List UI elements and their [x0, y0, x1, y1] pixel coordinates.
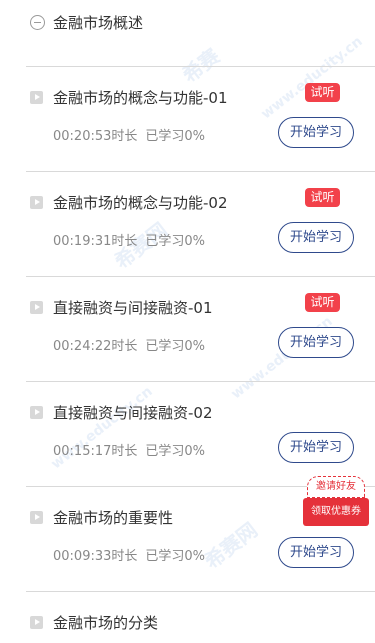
section-title: 金融市场概述: [53, 13, 144, 32]
lesson-duration: 00:20:53时长: [53, 129, 138, 144]
lesson-item[interactable]: 直接融资与间接融资-02 00:15:17时长 已学习0% 开始学习: [26, 381, 375, 486]
play-icon: [30, 406, 43, 419]
lesson-title[interactable]: 直接融资与间接融资-01: [53, 297, 213, 318]
trial-badge: 试听: [305, 188, 340, 207]
section-header[interactable]: 金融市场概述: [30, 8, 143, 36]
play-icon: [30, 301, 43, 314]
play-icon: [30, 91, 43, 104]
lesson-duration: 00:24:22时长: [53, 339, 138, 354]
minus-circle-icon[interactable]: [30, 14, 45, 30]
lesson-meta: 00:24:22时长 已学习0%: [53, 335, 205, 354]
start-learning-button[interactable]: 开始学习: [278, 222, 354, 253]
lesson-title[interactable]: 金融市场的概念与功能-02: [53, 192, 228, 213]
lesson-item[interactable]: 直接融资与间接融资-01 试听 00:24:22时长 已学习0% 开始学习: [26, 276, 375, 381]
lesson-meta: 00:15:17时长 已学习0%: [53, 440, 205, 459]
get-coupon-button[interactable]: 领取优惠券: [303, 498, 369, 526]
trial-badge: 试听: [305, 83, 340, 102]
course-catalog: 希赛 www.educity.cn 希赛网 www.educity.cn www…: [0, 0, 375, 643]
lesson-progress: 已学习0%: [145, 444, 206, 459]
lesson-duration: 00:15:17时长: [53, 444, 138, 459]
invite-friend-label[interactable]: 邀请好友: [307, 476, 365, 498]
invite-coupon-widget[interactable]: 邀请好友 领取优惠券: [303, 476, 369, 528]
lesson-progress: 已学习0%: [145, 339, 206, 354]
lesson-title[interactable]: 金融市场的分类: [53, 612, 158, 633]
lesson-item[interactable]: 金融市场的概念与功能-01 试听 00:20:53时长 已学习0% 开始学习: [26, 66, 375, 171]
start-learning-button[interactable]: 开始学习: [278, 117, 354, 148]
lesson-meta: 00:20:53时长 已学习0%: [53, 125, 205, 144]
lesson-progress: 已学习0%: [145, 234, 206, 249]
lesson-duration: 00:19:31时长: [53, 234, 138, 249]
lesson-progress: 已学习0%: [145, 129, 206, 144]
play-icon: [30, 196, 43, 209]
lesson-meta: 00:19:31时长 已学习0%: [53, 230, 205, 249]
trial-badge: 试听: [305, 293, 340, 312]
lesson-title[interactable]: 金融市场的重要性: [53, 507, 173, 528]
lesson-duration: 00:09:33时长: [53, 549, 138, 564]
lesson-meta: 00:09:33时长 已学习0%: [53, 545, 205, 564]
lesson-title[interactable]: 直接融资与间接融资-02: [53, 402, 213, 423]
lesson-item[interactable]: 金融市场的概念与功能-02 试听 00:19:31时长 已学习0% 开始学习: [26, 171, 375, 276]
start-learning-button[interactable]: 开始学习: [278, 537, 354, 568]
lesson-title[interactable]: 金融市场的概念与功能-01: [53, 87, 228, 108]
start-learning-button[interactable]: 开始学习: [278, 432, 354, 463]
lesson-item[interactable]: 金融市场的分类: [26, 591, 375, 643]
play-icon: [30, 511, 43, 524]
start-learning-button[interactable]: 开始学习: [278, 327, 354, 358]
play-icon: [30, 616, 43, 629]
lesson-progress: 已学习0%: [145, 549, 206, 564]
